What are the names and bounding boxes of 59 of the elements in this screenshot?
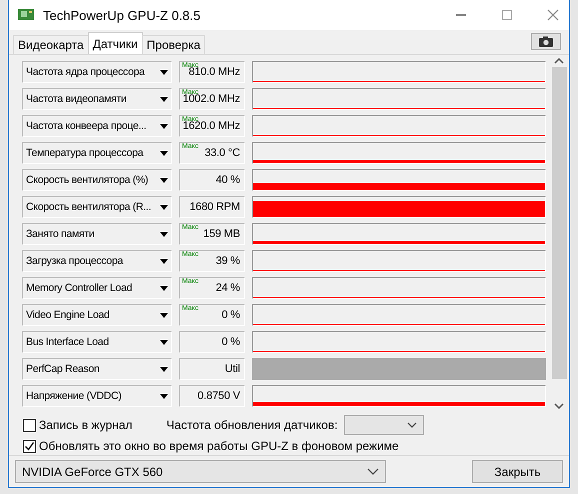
sensor-value: 40 %	[216, 174, 240, 186]
caret-icon	[160, 258, 168, 264]
sensor-value: 33.0 °C	[204, 147, 240, 159]
sensor-name-dropdown[interactable]: Частота конвеера проце...	[22, 115, 172, 137]
close-icon[interactable]	[547, 9, 559, 21]
checkbox-label: Обновлять это окно во время работы GPU-Z в фоновом режиме	[39, 439, 399, 453]
sensor-name-dropdown[interactable]: Напряжение (VDDC)	[22, 385, 172, 407]
chevron-down-icon	[367, 468, 379, 475]
sensor-name-dropdown[interactable]: Занято памяти	[22, 223, 172, 245]
sensor-value: 159 MB	[203, 228, 240, 240]
caret-icon	[160, 286, 168, 290]
caret-icon	[160, 232, 168, 236]
sensor-name-dropdown[interactable]: Скорость вентилятора (R...	[22, 196, 172, 218]
caret-icon	[160, 312, 168, 318]
caret-icon	[160, 150, 168, 156]
scroll-down-icon[interactable]	[554, 403, 564, 409]
sensor-value: 39 %	[216, 255, 240, 267]
sensor-name-dropdown[interactable]: Скорость вентилятора (%)	[22, 169, 172, 191]
checkbox[interactable]	[23, 418, 36, 432]
sensor-value: 810.0 MHz	[188, 66, 240, 78]
chevron-down-icon	[406, 422, 417, 428]
caret-icon	[160, 394, 168, 398]
caret-icon	[160, 204, 168, 210]
sensor-name-dropdown[interactable]: Video Engine Load	[22, 304, 172, 326]
sensor-value: 1620.0 MHz	[182, 120, 240, 132]
sensor-name-dropdown[interactable]: Температура процессора	[22, 142, 172, 164]
scrollbar[interactable]	[551, 55, 567, 409]
scroll-up-icon[interactable]	[554, 58, 564, 64]
sensor-name-dropdown[interactable]: Memory Controller Load	[22, 277, 172, 299]
sensor-name-dropdown[interactable]: Загрузка процессора	[22, 250, 172, 272]
tab[interactable]: Датчики	[88, 32, 143, 54]
sensor-value: 1680 RPM	[190, 201, 240, 213]
checkbox-label: Запись в журнал	[39, 418, 132, 432]
close-button[interactable]: Закрыть	[472, 460, 563, 483]
tab[interactable]: Видеокарта	[13, 35, 89, 54]
window-title: TechPowerUp GPU-Z 0.8.5	[43, 8, 201, 22]
caret-icon	[160, 178, 168, 182]
gpu-card-icon	[17, 8, 35, 22]
caret-icon	[160, 70, 168, 74]
sensor-name-dropdown[interactable]: Bus Interface Load	[22, 331, 172, 353]
sensor-name-dropdown[interactable]: PerfCap Reason	[22, 358, 172, 380]
sensor-value: Util	[224, 363, 240, 375]
sensor-name-dropdown[interactable]: Частота ядра процессора	[22, 61, 172, 83]
sensor-value: 0.8750 V	[198, 390, 240, 402]
gpu-dropdown[interactable]: NVIDIA GeForce GTX 560	[15, 460, 386, 483]
caret-icon	[160, 366, 168, 372]
sensor-name-dropdown[interactable]: Частота видеопамяти	[22, 88, 172, 110]
refresh-rate-label: Частота обновления датчиков:	[166, 418, 338, 432]
sensor-value: 0 %	[222, 336, 240, 348]
sensor-value: 0 %	[222, 309, 240, 321]
sensor-value: 1002.0 MHz	[182, 93, 240, 105]
camera-button[interactable]	[531, 33, 561, 50]
camera-icon	[538, 36, 554, 47]
checkbox[interactable]	[23, 440, 36, 452]
caret-icon	[160, 124, 168, 128]
caret-icon	[160, 96, 168, 102]
tab[interactable]: Проверка	[142, 35, 206, 54]
sensor-value: 24 %	[216, 282, 240, 294]
caret-icon	[160, 340, 168, 344]
